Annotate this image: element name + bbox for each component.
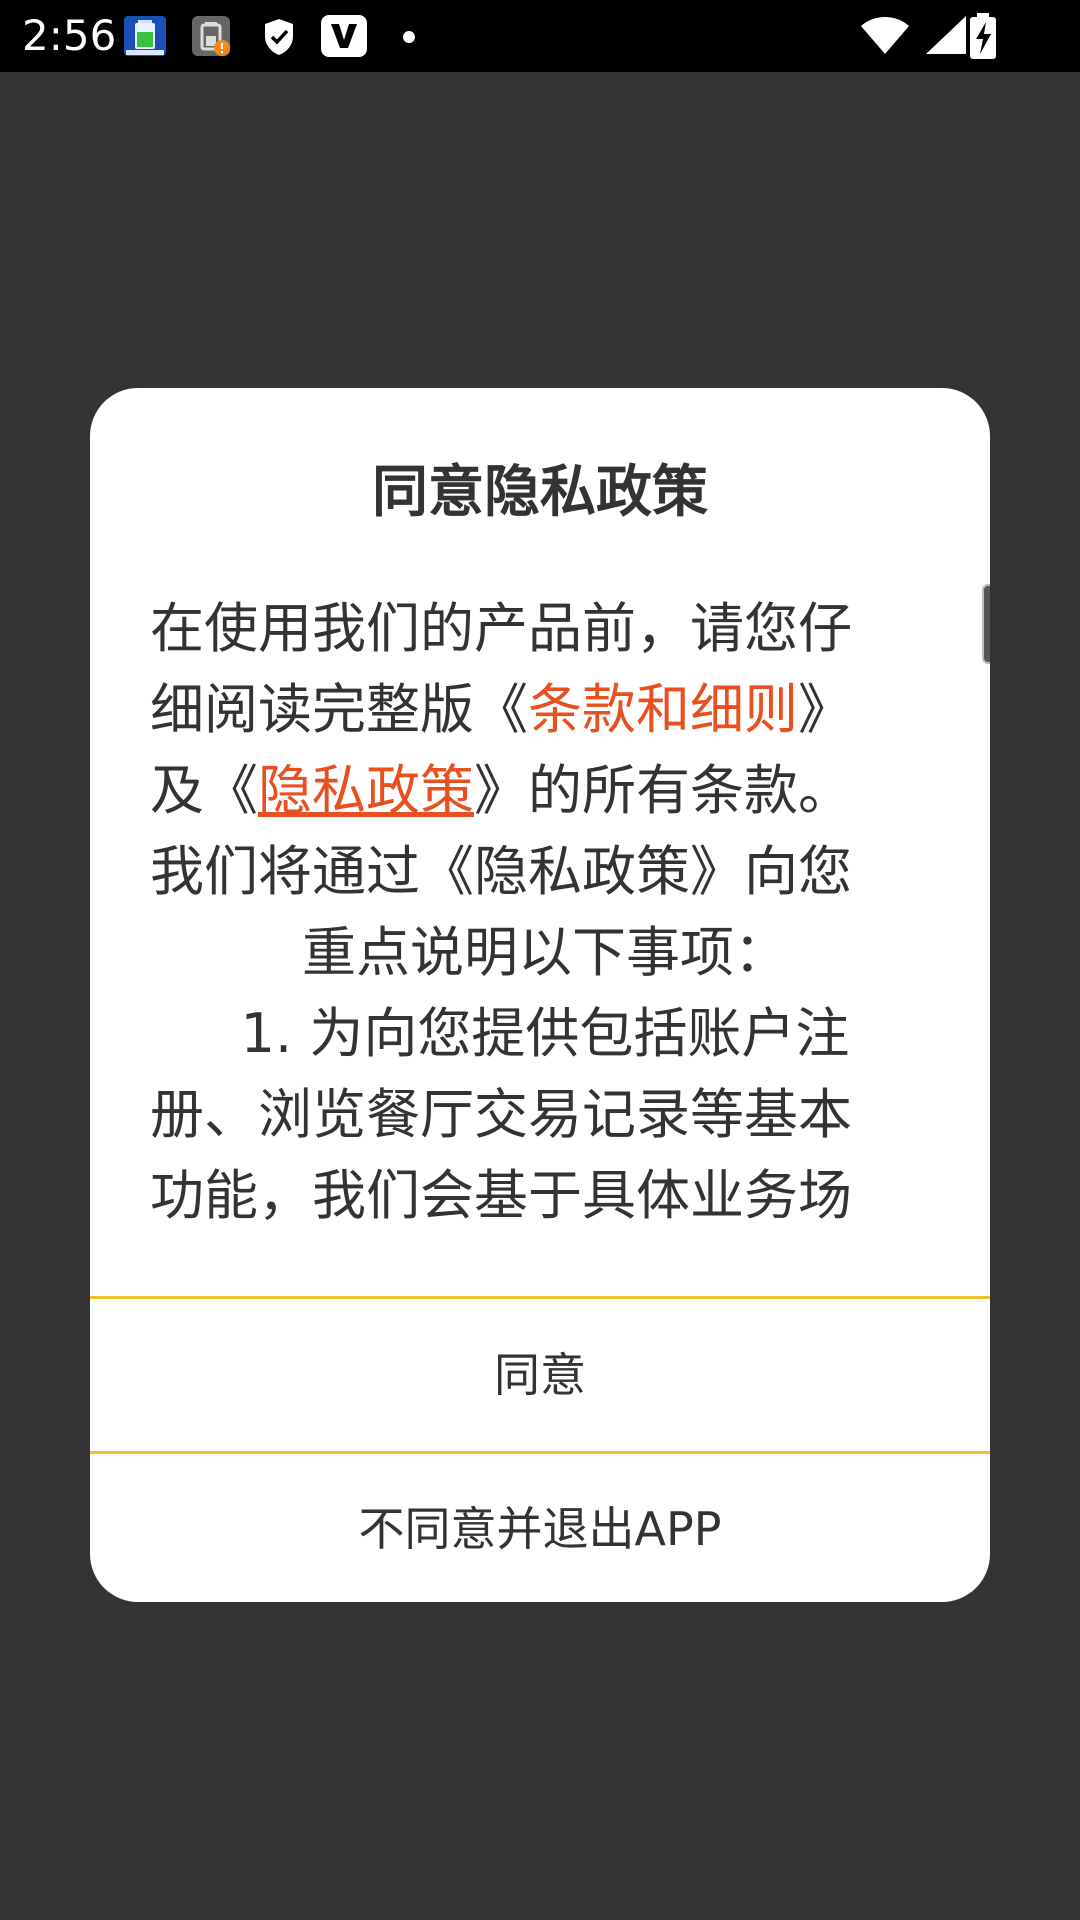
divider — [90, 1296, 990, 1299]
terms-link[interactable]: 条款和细则 — [528, 678, 798, 741]
shield-icon — [265, 19, 293, 55]
content-line: 1. 为向您提供包括账户注 — [150, 993, 940, 1074]
scrollbar-thumb[interactable] — [982, 584, 990, 664]
battery-charging-icon — [970, 13, 996, 59]
content-line: 及《隐私政策》的所有条款。 — [150, 750, 940, 831]
content-line-text: 1. 为向您提供包括账户注 — [240, 1002, 850, 1065]
privacy-dialog: 同意隐私政策 在使用我们的产品前，请您仔 细阅读完整版《条款和细则》 及《隐私政… — [90, 388, 990, 1602]
content-line: 重点说明以下事项： — [150, 912, 940, 993]
content-line-text: 我们将通过《隐私政策》向您 — [150, 840, 852, 903]
signal-icon — [926, 16, 966, 54]
content-line: 功能，我们会基于具体业务场 — [150, 1155, 940, 1236]
content-line-text: 重点说明以下事项： — [302, 921, 788, 984]
content-line-text: 》的所有条款。 — [474, 759, 852, 822]
content-line-text: 细阅读完整版《 — [150, 678, 528, 741]
content-line-text: 》 — [798, 678, 852, 741]
privacy-content: 在使用我们的产品前，请您仔 细阅读完整版《条款和细则》 及《隐私政策》的所有条款… — [150, 588, 940, 1236]
content-line-text: 册、浏览餐厅交易记录等基本 — [150, 1083, 852, 1146]
v-app-icon — [321, 15, 367, 57]
battery-alert-icon — [192, 16, 230, 56]
content-line: 在使用我们的产品前，请您仔 — [150, 588, 940, 669]
content-line-text: 功能，我们会基于具体业务场 — [150, 1164, 852, 1227]
notification-dot-icon — [403, 31, 415, 43]
dialog-title: 同意隐私政策 — [372, 460, 708, 525]
wifi-icon — [861, 17, 909, 54]
privacy-policy-link[interactable]: 隐私政策 — [258, 759, 474, 822]
content-line: 我们将通过《隐私政策》向您 — [150, 831, 940, 912]
content-line: 册、浏览餐厅交易记录等基本 — [150, 1074, 940, 1155]
agree-button[interactable]: 同意 — [90, 1300, 990, 1450]
status-time: 2:56 — [22, 11, 117, 60]
content-line-text: 及《 — [150, 759, 258, 822]
status-bar: 2:56 — [0, 0, 1080, 72]
battery-app-icon — [124, 16, 166, 56]
disagree-exit-button[interactable]: 不同意并退出APP — [90, 1454, 990, 1602]
content-line-text: 在使用我们的产品前，请您仔 — [150, 597, 852, 660]
content-line: 细阅读完整版《条款和细则》 — [150, 669, 940, 750]
